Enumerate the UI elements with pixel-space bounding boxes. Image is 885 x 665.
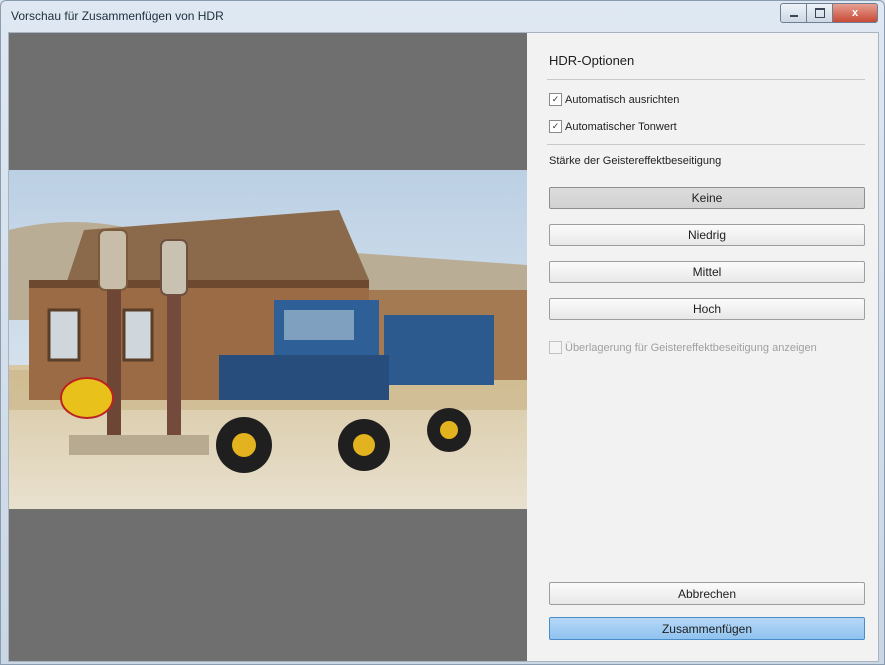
divider [547,144,865,145]
divider [547,79,865,80]
deghost-overlay-checkbox[interactable] [549,341,562,354]
cancel-button[interactable]: Abbrechen [549,582,865,605]
auto-align-checkbox[interactable]: ✓ [549,93,562,106]
dialog-client-area: HDR-Optionen ✓ Automatisch ausrichten ✓ … [8,32,879,662]
auto-tone-label: Automatischer Tonwert [565,120,677,133]
dialog-window: Vorschau für Zusammenfügen von HDR x HDR… [0,0,885,665]
auto-tone-option[interactable]: ✓ Automatischer Tonwert [549,120,677,133]
deghost-high-button[interactable]: Hoch [549,298,865,320]
deghost-medium-button[interactable]: Mittel [549,261,865,283]
hdr-preview-image [9,170,527,509]
auto-align-option[interactable]: ✓ Automatisch ausrichten [549,93,679,106]
maximize-icon [814,8,825,18]
hdr-options-panel: HDR-Optionen ✓ Automatisch ausrichten ✓ … [527,33,878,661]
auto-align-label: Automatisch ausrichten [565,93,680,106]
hdr-options-heading: HDR-Optionen [549,53,635,68]
deghost-low-button[interactable]: Niedrig [549,224,865,246]
title-bar[interactable]: Vorschau für Zusammenfügen von HDR x [1,1,884,32]
window-title: Vorschau für Zusammenfügen von HDR [11,9,224,23]
deghost-strength-label: Stärke der Geistereffektbeseitigung [549,155,722,167]
close-button[interactable]: x [833,3,878,23]
deghost-overlay-label: Überlagerung für Geistereffektbeseitigun… [565,341,817,354]
preview-area [9,33,527,661]
window-controls: x [780,3,878,23]
minimize-button[interactable] [780,3,807,23]
close-icon: x [851,7,859,19]
deghost-overlay-option[interactable]: Überlagerung für Geistereffektbeseitigun… [549,341,817,354]
minimize-icon [789,15,798,17]
deghost-none-button[interactable]: Keine [549,187,865,209]
maximize-button[interactable] [807,3,833,23]
merge-button[interactable]: Zusammenfügen [549,617,865,640]
auto-tone-checkbox[interactable]: ✓ [549,120,562,133]
